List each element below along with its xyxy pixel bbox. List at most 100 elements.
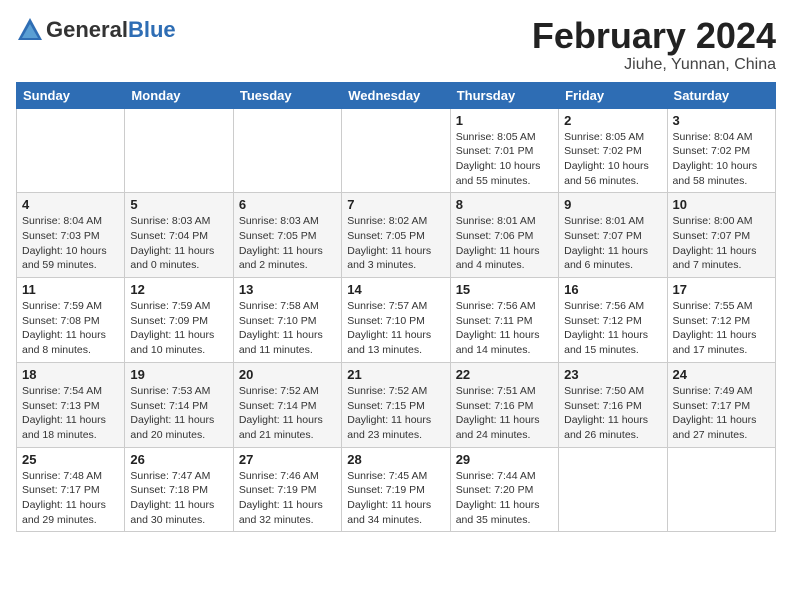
calendar-cell <box>125 108 233 193</box>
day-number: 28 <box>347 452 444 467</box>
day-info: Sunrise: 8:05 AMSunset: 7:01 PMDaylight:… <box>456 130 553 189</box>
day-number: 19 <box>130 367 227 382</box>
day-number: 4 <box>22 197 119 212</box>
calendar-cell: 11Sunrise: 7:59 AMSunset: 7:08 PMDayligh… <box>17 278 125 363</box>
day-number: 5 <box>130 197 227 212</box>
day-info: Sunrise: 7:51 AMSunset: 7:16 PMDaylight:… <box>456 384 553 443</box>
calendar: SundayMondayTuesdayWednesdayThursdayFrid… <box>16 82 776 533</box>
day-info: Sunrise: 8:04 AMSunset: 7:03 PMDaylight:… <box>22 214 119 273</box>
day-number: 22 <box>456 367 553 382</box>
logo: GeneralBlue <box>16 16 176 44</box>
day-info: Sunrise: 7:46 AMSunset: 7:19 PMDaylight:… <box>239 469 336 528</box>
day-number: 11 <box>22 282 119 297</box>
location: Jiuhe, Yunnan, China <box>532 56 776 74</box>
day-info: Sunrise: 7:57 AMSunset: 7:10 PMDaylight:… <box>347 299 444 358</box>
day-number: 23 <box>564 367 661 382</box>
day-of-week-header: Saturday <box>667 82 775 108</box>
calendar-cell: 24 Sunrise: 7:49 AMSunset: 7:17 PMDayligh… <box>667 362 775 447</box>
calendar-cell: 13 Sunrise: 7:58 AMSunset: 7:10 PMDayligh… <box>233 278 341 363</box>
day-info: Sunrise: 7:52 AMSunset: 7:15 PMDaylight:… <box>347 384 444 443</box>
day-info: Sunrise: 7:45 AMSunset: 7:19 PMDaylight:… <box>347 469 444 528</box>
day-number: 24 <box>673 367 770 382</box>
month-title: February 2024 <box>532 16 776 56</box>
calendar-cell: 17Sunrise: 7:55 AMSunset: 7:12 PMDayligh… <box>667 278 775 363</box>
title-area: February 2024 Jiuhe, Yunnan, China <box>532 16 776 74</box>
calendar-cell: 2Sunrise: 8:05 AMSunset: 7:02 PMDaylight… <box>559 108 667 193</box>
calendar-cell: 3Sunrise: 8:04 AMSunset: 7:02 PMDaylight… <box>667 108 775 193</box>
calendar-cell: 27 Sunrise: 7:46 AMSunset: 7:19 PMDayligh… <box>233 447 341 532</box>
calendar-cell <box>342 108 450 193</box>
day-number: 26 <box>130 452 227 467</box>
logo-blue: Blue <box>128 17 176 43</box>
calendar-cell: 18 Sunrise: 7:54 AMSunset: 7:13 PMDayligh… <box>17 362 125 447</box>
calendar-cell: 1Sunrise: 8:05 AMSunset: 7:01 PMDaylight… <box>450 108 558 193</box>
day-info: Sunrise: 7:55 AMSunset: 7:12 PMDaylight:… <box>673 299 770 358</box>
day-number: 6 <box>239 197 336 212</box>
day-of-week-header: Tuesday <box>233 82 341 108</box>
day-info: Sunrise: 8:00 AMSunset: 7:07 PMDaylight:… <box>673 214 770 273</box>
day-number: 9 <box>564 197 661 212</box>
calendar-cell: 29Sunrise: 7:44 AMSunset: 7:20 PMDayligh… <box>450 447 558 532</box>
calendar-cell: 21 Sunrise: 7:52 AMSunset: 7:15 PMDayligh… <box>342 362 450 447</box>
day-info: Sunrise: 8:02 AMSunset: 7:05 PMDaylight:… <box>347 214 444 273</box>
calendar-cell: 25 Sunrise: 7:48 AMSunset: 7:17 PMDayligh… <box>17 447 125 532</box>
calendar-cell: 26 Sunrise: 7:47 AMSunset: 7:18 PMDayligh… <box>125 447 233 532</box>
calendar-cell: 9 Sunrise: 8:01 AMSunset: 7:07 PMDaylight… <box>559 193 667 278</box>
calendar-cell: 12 Sunrise: 7:59 AMSunset: 7:09 PMDayligh… <box>125 278 233 363</box>
day-number: 10 <box>673 197 770 212</box>
day-info: Sunrise: 7:50 AMSunset: 7:16 PMDaylight:… <box>564 384 661 443</box>
day-number: 16 <box>564 282 661 297</box>
calendar-cell: 20Sunrise: 7:52 AMSunset: 7:14 PMDayligh… <box>233 362 341 447</box>
day-info: Sunrise: 8:03 AMSunset: 7:05 PMDaylight:… <box>239 214 336 273</box>
day-number: 7 <box>347 197 444 212</box>
day-info: Sunrise: 7:56 AMSunset: 7:11 PMDaylight:… <box>456 299 553 358</box>
calendar-cell: 5 Sunrise: 8:03 AMSunset: 7:04 PMDaylight… <box>125 193 233 278</box>
day-info: Sunrise: 7:48 AMSunset: 7:17 PMDaylight:… <box>22 469 119 528</box>
calendar-cell: 15 Sunrise: 7:56 AMSunset: 7:11 PMDayligh… <box>450 278 558 363</box>
day-number: 21 <box>347 367 444 382</box>
day-info: Sunrise: 7:49 AMSunset: 7:17 PMDaylight:… <box>673 384 770 443</box>
logo-icon <box>16 16 44 44</box>
day-number: 2 <box>564 113 661 128</box>
day-number: 25 <box>22 452 119 467</box>
calendar-week-row: 25 Sunrise: 7:48 AMSunset: 7:17 PMDayligh… <box>17 447 776 532</box>
day-number: 29 <box>456 452 553 467</box>
calendar-week-row: 1Sunrise: 8:05 AMSunset: 7:01 PMDaylight… <box>17 108 776 193</box>
day-number: 14 <box>347 282 444 297</box>
calendar-cell <box>233 108 341 193</box>
day-of-week-header: Monday <box>125 82 233 108</box>
calendar-week-row: 18 Sunrise: 7:54 AMSunset: 7:13 PMDayligh… <box>17 362 776 447</box>
calendar-cell: 6 Sunrise: 8:03 AMSunset: 7:05 PMDaylight… <box>233 193 341 278</box>
day-info: Sunrise: 7:47 AMSunset: 7:18 PMDaylight:… <box>130 469 227 528</box>
day-of-week-header: Friday <box>559 82 667 108</box>
day-info: Sunrise: 7:56 AMSunset: 7:12 PMDaylight:… <box>564 299 661 358</box>
calendar-cell: 14 Sunrise: 7:57 AMSunset: 7:10 PMDayligh… <box>342 278 450 363</box>
day-info: Sunrise: 7:52 AMSunset: 7:14 PMDaylight:… <box>239 384 336 443</box>
calendar-week-row: 4 Sunrise: 8:04 AMSunset: 7:03 PMDaylight… <box>17 193 776 278</box>
day-number: 13 <box>239 282 336 297</box>
day-number: 15 <box>456 282 553 297</box>
day-info: Sunrise: 7:54 AMSunset: 7:13 PMDaylight:… <box>22 384 119 443</box>
calendar-header-row: SundayMondayTuesdayWednesdayThursdayFrid… <box>17 82 776 108</box>
day-info: Sunrise: 8:03 AMSunset: 7:04 PMDaylight:… <box>130 214 227 273</box>
day-number: 12 <box>130 282 227 297</box>
calendar-week-row: 11Sunrise: 7:59 AMSunset: 7:08 PMDayligh… <box>17 278 776 363</box>
logo-general: General <box>46 17 128 43</box>
day-info: Sunrise: 8:01 AMSunset: 7:07 PMDaylight:… <box>564 214 661 273</box>
calendar-cell: 19Sunrise: 7:53 AMSunset: 7:14 PMDayligh… <box>125 362 233 447</box>
calendar-cell: 22 Sunrise: 7:51 AMSunset: 7:16 PMDayligh… <box>450 362 558 447</box>
day-info: Sunrise: 8:01 AMSunset: 7:06 PMDaylight:… <box>456 214 553 273</box>
calendar-cell <box>559 447 667 532</box>
day-number: 18 <box>22 367 119 382</box>
page-header: GeneralBlue February 2024 Jiuhe, Yunnan,… <box>16 16 776 74</box>
day-number: 27 <box>239 452 336 467</box>
calendar-cell: 10 Sunrise: 8:00 AMSunset: 7:07 PMDayligh… <box>667 193 775 278</box>
calendar-cell: 16 Sunrise: 7:56 AMSunset: 7:12 PMDayligh… <box>559 278 667 363</box>
day-number: 3 <box>673 113 770 128</box>
calendar-cell <box>17 108 125 193</box>
calendar-cell: 8Sunrise: 8:01 AMSunset: 7:06 PMDaylight… <box>450 193 558 278</box>
calendar-cell: 28 Sunrise: 7:45 AMSunset: 7:19 PMDayligh… <box>342 447 450 532</box>
day-info: Sunrise: 7:58 AMSunset: 7:10 PMDaylight:… <box>239 299 336 358</box>
calendar-cell: 7 Sunrise: 8:02 AMSunset: 7:05 PMDaylight… <box>342 193 450 278</box>
day-info: Sunrise: 7:59 AMSunset: 7:09 PMDaylight:… <box>130 299 227 358</box>
